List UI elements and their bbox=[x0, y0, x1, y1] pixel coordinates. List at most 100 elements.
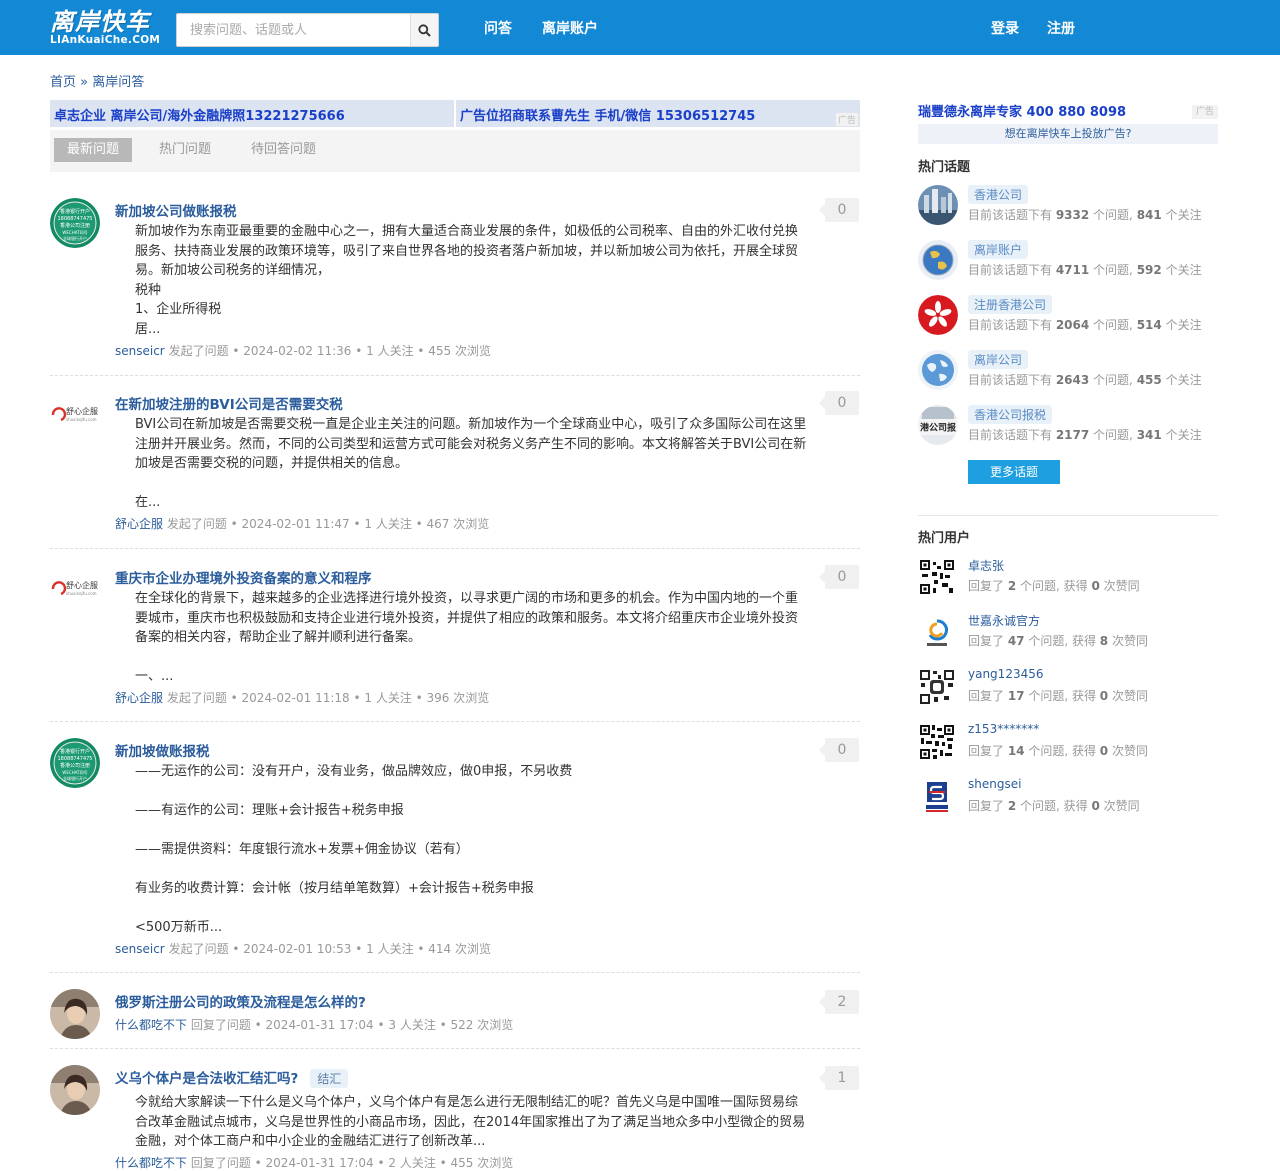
user-stats-label: 次赞同 bbox=[1099, 799, 1140, 813]
user-answer-count: 2 bbox=[1007, 579, 1017, 593]
sidebar-ad[interactable]: 瑞豐德永离岸专家 400 880 8098 bbox=[918, 101, 1126, 120]
topic-question-count: 2643 bbox=[1055, 373, 1090, 387]
register-link[interactable]: 注册 bbox=[1047, 18, 1075, 38]
avatar-text: 香港银行开户 bbox=[60, 748, 90, 755]
question-title[interactable]: 新加坡做账报税 bbox=[115, 740, 210, 760]
user-stats-label: 次赞同 bbox=[1108, 744, 1148, 758]
avatar[interactable]: 香港银行开户 18088747475 香港公司注册 WECHAT同号 全球银行开… bbox=[50, 738, 100, 788]
topic-follow-count: 455 bbox=[1136, 373, 1162, 387]
tab-latest[interactable]: 最新问题 bbox=[54, 138, 133, 162]
nav-qa[interactable]: 问答 bbox=[484, 18, 512, 38]
author-link[interactable]: 什么都吃不下 bbox=[115, 1156, 187, 1170]
author-link[interactable]: senseicr bbox=[115, 344, 165, 358]
topic-follow-count: 514 bbox=[1136, 318, 1162, 332]
user-stats-label: 次赞同 bbox=[1108, 634, 1148, 648]
tab-hot[interactable]: 热门问题 bbox=[146, 138, 224, 162]
more-topics-button[interactable]: 更多话题 bbox=[968, 460, 1060, 484]
divider bbox=[50, 721, 860, 722]
topic-stats-label: 目前该话题下有 bbox=[968, 263, 1056, 277]
divider bbox=[50, 375, 860, 376]
avatar[interactable]: 舒心企服 shuxinqifu.com bbox=[50, 403, 100, 453]
topic-image[interactable] bbox=[918, 295, 958, 335]
question-excerpt: 今就给大家解读一下什么是义乌个体户，义乌个体户有是怎么进行无限制结汇的呢？首先义… bbox=[135, 1095, 806, 1149]
question-meta: 什么都吃不下 回复了问题 • 2024-01-31 17:04 • 2 人关注 … bbox=[115, 1154, 513, 1171]
meta-text: 发起了问题 • 2024-02-02 11:36 • 1 人关注 • 455 次… bbox=[164, 344, 491, 358]
topic-stats-label: 个问题, bbox=[1089, 208, 1137, 222]
divider bbox=[50, 1048, 860, 1049]
user-item: z153******* 回复了 14 个问题, 获得 0 次赞同 bbox=[918, 722, 1218, 765]
search-button[interactable] bbox=[410, 14, 438, 46]
question-meta: 舒心企服 发起了问题 • 2024-02-01 11:18 • 1 人关注 • … bbox=[115, 689, 489, 706]
user-name[interactable]: z153******* bbox=[968, 722, 1039, 736]
user-avatar[interactable] bbox=[918, 723, 956, 761]
topic-name[interactable]: 离岸账户 bbox=[968, 240, 1029, 259]
meta-text: 发起了问题 • 2024-02-01 11:47 • 1 人关注 • 467 次… bbox=[163, 517, 490, 531]
topic-follow-count: 841 bbox=[1136, 208, 1162, 222]
user-vote-count: 0 bbox=[1099, 744, 1109, 758]
ad-banner-2[interactable]: 广告位招商联系曹先生 手机/微信 15306512745 广告 bbox=[456, 100, 860, 127]
hot-users-heading: 热门用户 bbox=[918, 531, 971, 546]
question-meta: senseicr 发起了问题 • 2024-02-02 11:36 • 1 人关… bbox=[115, 342, 491, 359]
question-excerpt: ——无运作的公司：没有开户，没有业务，做品牌效应，做0申报，不另收费 ——有运作… bbox=[135, 764, 573, 935]
topic-name[interactable]: 注册香港公司 bbox=[968, 295, 1053, 314]
author-link[interactable]: 什么都吃不下 bbox=[115, 1018, 187, 1032]
topic-image[interactable] bbox=[918, 185, 958, 225]
search-input[interactable] bbox=[177, 14, 411, 46]
author-link[interactable]: 舒心企服 bbox=[115, 517, 163, 531]
ad-banner-1[interactable]: 卓志企业 离岸公司/海外金融牌照13221275666 bbox=[50, 100, 454, 127]
topic-item: 离岸账户 目前该话题下有 4711 个问题, 592 个关注 bbox=[918, 240, 1218, 282]
user-stats-label: 个问题, 获得 bbox=[1024, 634, 1100, 648]
breadcrumb[interactable]: 首页 » 离岸问答 bbox=[50, 71, 144, 90]
question-title[interactable]: 在新加坡注册的BVI公司是否需要交税 bbox=[115, 393, 343, 413]
topic-name[interactable]: 离岸公司 bbox=[968, 350, 1029, 369]
topic-stats-label: 目前该话题下有 bbox=[968, 428, 1056, 442]
topic-image[interactable]: 港公司报 bbox=[918, 405, 958, 445]
search-icon bbox=[418, 23, 431, 37]
avatar[interactable] bbox=[50, 989, 100, 1039]
topic-name[interactable]: 香港公司 bbox=[968, 185, 1029, 204]
question-meta: 舒心企服 发起了问题 • 2024-02-01 11:47 • 1 人关注 • … bbox=[115, 515, 489, 532]
reply-count-badge: 2 bbox=[819, 990, 859, 1014]
question-title[interactable]: 俄罗斯注册公司的政策及流程是怎么样的? bbox=[115, 991, 366, 1011]
topic-image[interactable] bbox=[918, 350, 958, 390]
author-link[interactable]: senseicr bbox=[115, 942, 165, 956]
avatar-text: 舒心企服 bbox=[66, 580, 98, 590]
reply-count-badge: 0 bbox=[819, 391, 859, 415]
site-logo[interactable]: 离岸快车 LIAnKuaiChe.COM bbox=[50, 9, 170, 47]
login-link[interactable]: 登录 bbox=[991, 18, 1019, 38]
ad-banner-text: 卓志企业 离岸公司/海外金融牌照13221275666 bbox=[54, 109, 345, 124]
topic-question-count: 2064 bbox=[1055, 318, 1090, 332]
avatar-text: 18088747475 bbox=[58, 216, 93, 222]
topic-name[interactable]: 香港公司报税 bbox=[968, 405, 1053, 424]
advertise-link[interactable]: 想在离岸快车上投放广告? bbox=[918, 124, 1218, 144]
avatar-text: shuxinqifu.com bbox=[66, 591, 97, 596]
user-avatar[interactable] bbox=[918, 668, 956, 706]
topic-follow-count: 592 bbox=[1136, 263, 1162, 277]
user-item: 卓志张 回复了 2 个问题, 获得 0 次赞同 bbox=[918, 558, 1218, 600]
avatar[interactable] bbox=[50, 1065, 100, 1115]
topic-tag[interactable]: 结汇 bbox=[310, 1069, 349, 1088]
topic-item: 离岸公司 目前该话题下有 2643 个问题, 455 个关注 bbox=[918, 350, 1218, 392]
user-avatar[interactable] bbox=[918, 778, 956, 816]
logo-text-en: LIAnKuaiChe.COM bbox=[50, 34, 161, 46]
user-name[interactable]: 世嘉永诚官方 bbox=[968, 612, 1040, 629]
topic-stats-label: 个关注 bbox=[1161, 263, 1202, 277]
user-stats-label: 个问题, 获得 bbox=[1024, 744, 1100, 758]
user-avatar[interactable] bbox=[918, 613, 956, 651]
question-title[interactable]: 新加坡公司做账报税 bbox=[115, 200, 237, 220]
user-name[interactable]: yang123456 bbox=[968, 667, 1044, 681]
topic-stats-label: 个关注 bbox=[1161, 428, 1202, 442]
avatar[interactable]: 舒心企服 shuxinqifu.com bbox=[50, 577, 100, 627]
user-avatar[interactable] bbox=[918, 558, 956, 596]
topic-image[interactable] bbox=[918, 240, 958, 280]
user-name[interactable]: shengsei bbox=[968, 777, 1021, 791]
tab-unanswered[interactable]: 待回答问题 bbox=[238, 138, 329, 162]
topic-stats-label: 个问题, bbox=[1089, 373, 1137, 387]
avatar[interactable]: 香港银行开户 18088747475 香港公司注册 WECHAT同号 全球银行开… bbox=[50, 198, 100, 248]
user-stats-label: 回复了 bbox=[968, 634, 1008, 648]
question-title[interactable]: 义乌个体户是合法收汇结汇吗? bbox=[115, 1071, 298, 1087]
author-link[interactable]: 舒心企服 bbox=[115, 691, 163, 705]
question-title[interactable]: 重庆市企业办理境外投资备案的意义和程序 bbox=[115, 567, 372, 587]
user-name[interactable]: 卓志张 bbox=[968, 557, 1004, 574]
nav-offshore-account[interactable]: 离岸账户 bbox=[542, 18, 598, 38]
